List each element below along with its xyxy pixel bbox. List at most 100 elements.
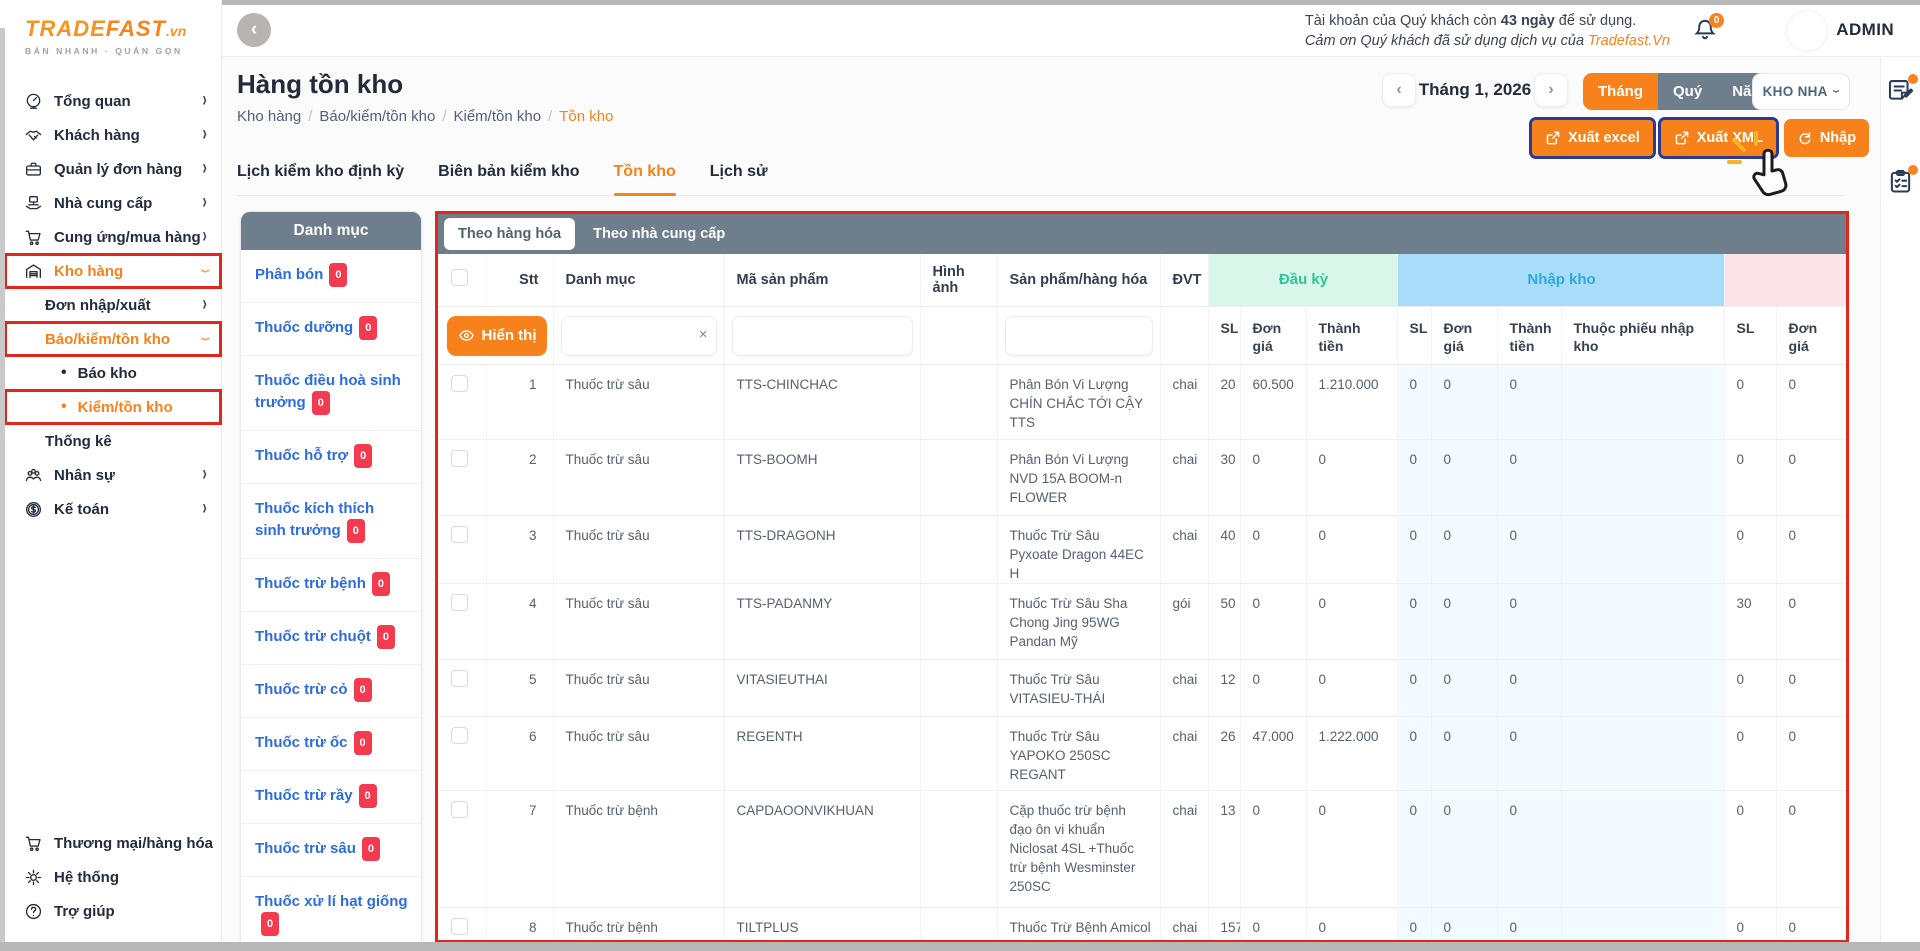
category-item-7[interactable]: Thuốc trừ cỏ0: [241, 664, 421, 717]
cell-code: TILTPLUS: [724, 907, 920, 943]
row-checkbox[interactable]: [451, 594, 468, 611]
breadcrumb-item-1[interactable]: Báo/kiểm/tồn kho: [319, 108, 435, 125]
cell-code: REGENTH: [724, 716, 920, 790]
export-excel-button[interactable]: Xuất excel: [1532, 120, 1653, 156]
category-label: Thuốc hỗ trợ: [255, 447, 348, 464]
show-button[interactable]: Hiển thị: [447, 316, 547, 356]
select-all-checkbox[interactable]: [451, 269, 468, 286]
row-checkbox[interactable]: [451, 670, 468, 687]
category-filter-input[interactable]: [561, 316, 717, 356]
breadcrumb-item-2[interactable]: Kiểm/tồn kho: [453, 108, 541, 125]
notifications-button[interactable]: 0: [1692, 17, 1722, 47]
sidebar-item-label: Hệ thống: [54, 869, 119, 886]
category-item-6[interactable]: Thuốc trừ chuột0: [241, 611, 421, 664]
sidebar-item-6[interactable]: Đơn nhập/xuất›: [5, 288, 221, 322]
prev-month-button[interactable]: ‹: [1382, 73, 1416, 107]
export-xml-button[interactable]: Xuất XML: [1661, 120, 1776, 156]
group-header-outbound: [1724, 254, 1847, 306]
sidebar-item-label: Đơn nhập/xuất: [45, 297, 151, 314]
code-filter-input[interactable]: [732, 316, 913, 356]
category-panel-header: Danh mục: [241, 212, 421, 250]
clear-filter-icon[interactable]: ×: [699, 326, 708, 343]
category-item-8[interactable]: Thuốc trừ ốc0: [241, 717, 421, 770]
cell-stt: 6: [486, 716, 553, 790]
cell-image: [920, 907, 997, 943]
category-item-2[interactable]: Thuốc điều hoà sinh trưởng0: [241, 355, 421, 430]
period-mode-1[interactable]: Quý: [1658, 73, 1717, 110]
category-item-5[interactable]: Thuốc trừ bệnh0: [241, 558, 421, 611]
sidebar-bottom-item-1[interactable]: Hệ thống: [5, 860, 221, 894]
sidebar-item-1[interactable]: Khách hàng›: [5, 118, 221, 152]
row-checkbox[interactable]: [451, 375, 468, 392]
breadcrumb-item-3[interactable]: Tồn kho: [559, 108, 613, 125]
notes-shortcut-button[interactable]: [1887, 77, 1914, 104]
view-tab-0[interactable]: Theo hàng hóa: [444, 218, 575, 250]
table-view-tabs: Theo hàng hóaTheo nhà cung cấp: [438, 214, 1846, 254]
row-checkbox[interactable]: [451, 801, 468, 818]
left-scrollbar[interactable]: [0, 28, 5, 942]
tasks-shortcut-button[interactable]: [1887, 168, 1914, 195]
sidebar-item-7[interactable]: Báo/kiểm/tồn kho›: [5, 322, 221, 356]
topbar: ‹ Tài khoản của Quý khách còn 43 ngày để…: [222, 5, 1920, 57]
product-filter-input[interactable]: [1005, 316, 1153, 356]
tab-3[interactable]: Lịch sử: [710, 163, 768, 181]
next-month-button[interactable]: ›: [1534, 73, 1568, 107]
sidebar-item-label: Tổng quan: [54, 93, 131, 110]
breadcrumb-item-0[interactable]: Kho hàng: [237, 108, 301, 125]
sidebar-item-0[interactable]: Tổng quan ›: [5, 84, 221, 118]
category-item-10[interactable]: Thuốc trừ sâu0: [241, 823, 421, 876]
category-item-1[interactable]: Thuốc dưỡng0: [241, 302, 421, 355]
sidebar-item-5[interactable]: Kho hàng›: [5, 254, 221, 288]
avatar[interactable]: [1786, 10, 1828, 52]
cell-dk_sl: 30: [1208, 439, 1240, 515]
category-item-0[interactable]: Phân bón0: [241, 250, 421, 302]
col-header-image: Hình ảnh: [920, 254, 997, 306]
account-thanks-line: Cảm ơn Quý khách đã sử dụng dịch vụ của …: [1305, 31, 1670, 51]
cell-nk_dg: 0: [1431, 716, 1497, 790]
cell-stt: 7: [486, 790, 553, 907]
import-button[interactable]: Nhập: [1784, 119, 1869, 157]
sidebar-bottom-item-2[interactable]: Trợ giúp: [5, 894, 221, 928]
cell-xk_dg: 0: [1776, 515, 1847, 583]
row-checkbox[interactable]: [451, 450, 468, 467]
category-item-3[interactable]: Thuốc hỗ trợ0: [241, 430, 421, 483]
chevron-right-icon: ›: [202, 463, 206, 486]
cell-dk_dg: 0: [1240, 515, 1306, 583]
cell-code: TTS-DRAGONH: [724, 515, 920, 583]
warehouse-dropdown[interactable]: KHO NHA ›: [1752, 73, 1850, 110]
sidebar-item-9[interactable]: •Kiểm/tồn kho: [5, 390, 221, 424]
chevron-right-icon: ›: [202, 89, 206, 112]
category-item-4[interactable]: Thuốc kích thích sinh trưởng0: [241, 483, 421, 558]
category-count-badge: 0: [359, 784, 377, 808]
sidebar-item-11[interactable]: Nhân sự›: [5, 458, 221, 492]
chevron-down-icon: ›: [1828, 90, 1846, 94]
chevron-right-icon: ›: [202, 191, 206, 214]
category-count-badge: 0: [359, 316, 377, 340]
tab-2[interactable]: Tồn kho: [614, 163, 676, 181]
brand-link[interactable]: Tradefast.Vn: [1588, 33, 1670, 49]
period-mode-0[interactable]: Tháng: [1583, 73, 1658, 110]
cell-image: [920, 583, 997, 659]
horizontal-scrollbar[interactable]: [0, 942, 1920, 951]
sidebar-item-4[interactable]: Cung ứng/mua hàng›: [5, 220, 221, 254]
category-item-9[interactable]: Thuốc trừ rầy0: [241, 770, 421, 823]
sidebar-item-3[interactable]: Nhà cung cấp›: [5, 186, 221, 220]
row-checkbox[interactable]: [451, 918, 468, 935]
tab-1[interactable]: Biên bản kiểm kho: [438, 163, 579, 181]
sidebar-item-12[interactable]: Kế toán›: [5, 492, 221, 526]
row-checkbox[interactable]: [451, 526, 468, 543]
cell-category: Thuốc trừ bệnh: [553, 907, 724, 943]
view-tab-1[interactable]: Theo nhà cung cấp: [579, 218, 739, 250]
sidebar-item-8[interactable]: •Báo kho: [5, 356, 221, 390]
cell-nk_phieu: [1561, 790, 1724, 907]
sidebar-item-label: Trợ giúp: [54, 903, 115, 920]
sidebar-item-10[interactable]: Thống kê: [5, 424, 221, 458]
gear-icon: [23, 868, 43, 887]
sidebar-bottom-item-0[interactable]: Thương mại/hàng hóa: [5, 826, 221, 860]
category-item-11[interactable]: Thuốc xử lí hạt giống0: [241, 876, 421, 951]
back-button[interactable]: ‹: [237, 13, 271, 47]
sidebar-item-2[interactable]: Quản lý đơn hàng›: [5, 152, 221, 186]
row-checkbox[interactable]: [451, 727, 468, 744]
briefcase-icon: [23, 160, 43, 179]
tab-0[interactable]: Lịch kiểm kho định kỳ: [237, 163, 404, 181]
